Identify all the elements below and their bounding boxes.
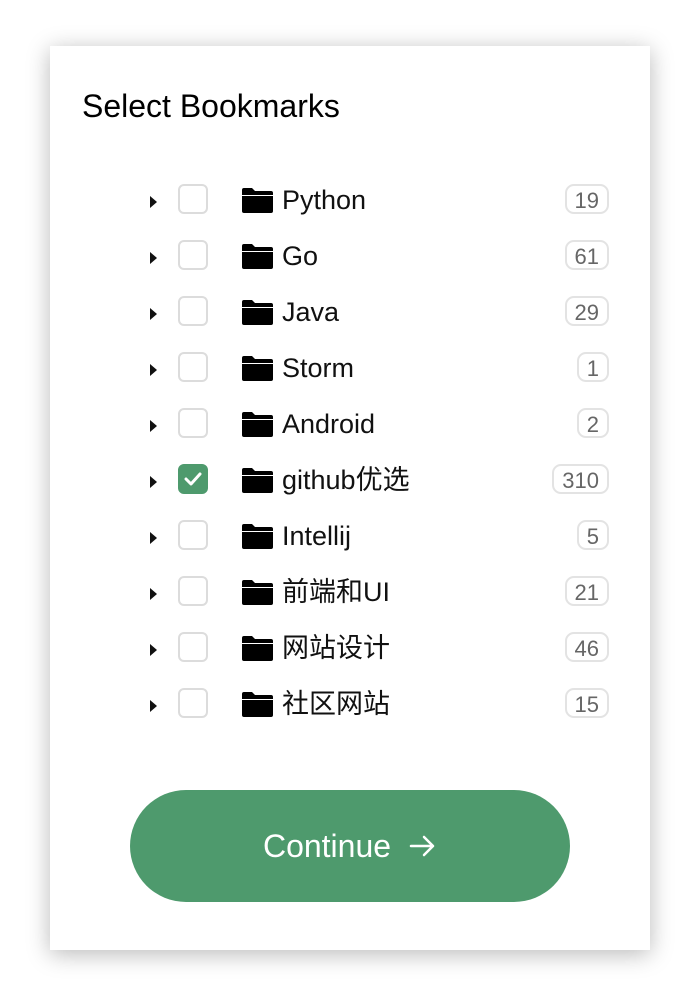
- folder-icon: [242, 636, 273, 661]
- folder-checkbox[interactable]: [178, 464, 208, 494]
- count-badge: 21: [564, 576, 609, 606]
- check-icon: [184, 472, 202, 486]
- caret-right-icon[interactable]: [150, 252, 157, 264]
- dialog-title: Select Bookmarks: [82, 88, 340, 124]
- folder-icon: [242, 692, 273, 717]
- folder-row: Go 61: [50, 229, 650, 285]
- folder-label: 网站设计: [282, 633, 390, 663]
- caret-right-icon[interactable]: [150, 364, 157, 376]
- continue-button[interactable]: Continue: [130, 790, 570, 902]
- caret-right-icon[interactable]: [150, 588, 157, 600]
- folder-row: Storm 1: [50, 341, 650, 397]
- continue-label: Continue: [262, 827, 392, 864]
- count-badge: 61: [564, 240, 609, 270]
- count-badge: 5: [576, 520, 609, 550]
- folder-label: Android: [282, 409, 376, 439]
- folder-label: Go: [282, 241, 319, 271]
- folder-label: 社区网站: [282, 689, 390, 719]
- folder-icon: [242, 188, 273, 213]
- folder-checkbox[interactable]: [178, 408, 208, 438]
- folder-checkbox[interactable]: [178, 520, 208, 550]
- count-badge: 46: [564, 632, 609, 662]
- folder-row: 网站设计 46: [50, 621, 650, 677]
- folder-row: Android 2: [50, 397, 650, 453]
- folder-label: Python: [282, 185, 367, 215]
- count-badge: 2: [576, 408, 609, 438]
- count-badge: 15: [564, 688, 609, 718]
- folder-label: 前端和UI: [282, 577, 390, 607]
- folder-checkbox[interactable]: [178, 632, 208, 662]
- folder-icon: [242, 300, 273, 325]
- folder-row: 社区网站 15: [50, 677, 650, 733]
- folder-checkbox[interactable]: [178, 576, 208, 606]
- folder-row: Intellij 5: [50, 509, 650, 565]
- count-badge: 310: [552, 464, 609, 494]
- count-badge: 29: [564, 296, 609, 326]
- caret-right-icon[interactable]: [150, 196, 157, 208]
- folder-checkbox[interactable]: [178, 184, 208, 214]
- folder-label: Intellij: [282, 521, 352, 551]
- caret-right-icon[interactable]: [150, 420, 157, 432]
- folder-icon: [242, 468, 273, 493]
- caret-right-icon[interactable]: [150, 644, 157, 656]
- folder-checkbox[interactable]: [178, 352, 208, 382]
- caret-right-icon[interactable]: [150, 700, 157, 712]
- folder-icon: [242, 412, 273, 437]
- folder-icon: [242, 244, 273, 269]
- folder-label: github优选: [282, 465, 410, 495]
- folder-row: Python 19: [50, 173, 650, 229]
- count-badge: 19: [564, 184, 609, 214]
- folder-row: 前端和UI 21: [50, 565, 650, 621]
- folder-checkbox[interactable]: [178, 240, 208, 270]
- caret-right-icon[interactable]: [150, 476, 157, 488]
- folder-icon: [242, 356, 273, 381]
- folder-icon: [242, 524, 273, 549]
- count-badge: 1: [576, 352, 609, 382]
- folder-checkbox[interactable]: [178, 688, 208, 718]
- folder-row: Java 29: [50, 285, 650, 341]
- folder-label: Java: [282, 297, 340, 327]
- folder-row: github优选 310: [50, 453, 650, 509]
- bookmark-folder-list: Python 19 Go 61 Java 29 Storm 1 Android …: [50, 173, 650, 733]
- arrow-right-icon: [409, 835, 435, 857]
- folder-icon: [242, 580, 273, 605]
- folder-label: Storm: [282, 353, 355, 383]
- caret-right-icon[interactable]: [150, 308, 157, 320]
- folder-checkbox[interactable]: [178, 296, 208, 326]
- caret-right-icon[interactable]: [150, 532, 157, 544]
- bookmark-selection-dialog: Select Bookmarks Python 19 Go 61 Java 29…: [50, 46, 650, 950]
